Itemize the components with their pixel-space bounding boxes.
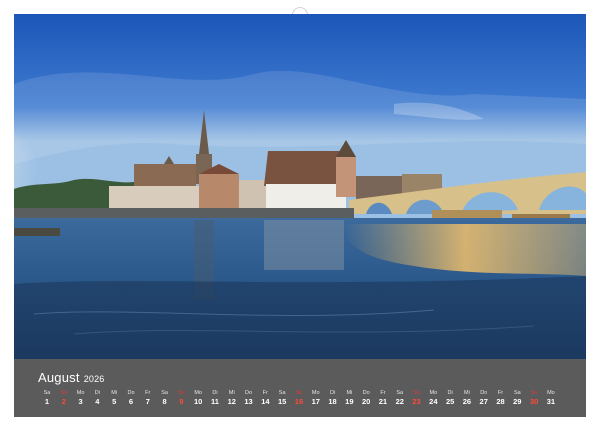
- day-cell: So 9: [173, 390, 189, 408]
- day-cell: Do 6: [123, 390, 139, 408]
- day-number: 10: [194, 397, 203, 406]
- day-cell: Fr 7: [140, 390, 156, 408]
- day-number: 25: [445, 397, 455, 406]
- day-cell: Di 25: [442, 390, 458, 408]
- day-number: 30: [529, 397, 539, 406]
- day-number: 18: [328, 397, 337, 406]
- day-number: 20: [361, 397, 371, 406]
- day-number: 8: [162, 397, 167, 406]
- day-cell: Do 20: [358, 390, 374, 408]
- year-label: 2026: [83, 374, 105, 384]
- day-cell: Mi 26: [459, 390, 475, 408]
- day-number: 27: [479, 397, 488, 406]
- day-cell: Di 18: [325, 390, 341, 408]
- day-cell: So 23: [409, 390, 425, 408]
- calendar-bar: August 2026 Sa 1 So 2 Mo 3 Di 4 Mi 5 Do 6 Fr 7 Sa 8 So 9 Mo…: [14, 359, 586, 417]
- day-cell: So 2: [56, 390, 72, 408]
- day-number: 26: [462, 397, 472, 406]
- day-cell: Mo 3: [73, 390, 89, 408]
- day-cell: Mo 17: [308, 390, 324, 408]
- day-number: 28: [496, 397, 505, 406]
- day-number: 31: [546, 397, 556, 406]
- day-cell: Mo 24: [425, 390, 441, 408]
- calendar-photo: [14, 14, 586, 359]
- day-cell: Sa 1: [39, 390, 55, 408]
- month-title: August 2026: [38, 370, 105, 385]
- day-cell: Fr 14: [257, 390, 273, 408]
- day-number: 9: [179, 397, 184, 406]
- day-number: 5: [112, 397, 117, 406]
- day-cell: Mi 19: [341, 390, 357, 408]
- day-cell: Sa 29: [509, 390, 525, 408]
- day-cell: So 30: [526, 390, 542, 408]
- day-number: 11: [211, 397, 219, 406]
- day-cell: Di 4: [89, 390, 105, 408]
- day-number: 23: [412, 397, 421, 406]
- day-cell: Mi 5: [106, 390, 122, 408]
- day-number: 24: [429, 397, 438, 406]
- day-number: 3: [78, 397, 83, 406]
- day-number: 4: [95, 397, 100, 406]
- day-number: 14: [261, 397, 270, 406]
- day-number: 15: [277, 397, 287, 406]
- day-cell: Do 27: [476, 390, 492, 408]
- day-number: 13: [244, 397, 253, 406]
- day-row: Sa 1 So 2 Mo 3 Di 4 Mi 5 Do 6 Fr 7 Sa 8 So 9 Mo 10 Di 11 Mi 12 D…: [39, 390, 559, 408]
- day-number: 29: [513, 397, 522, 406]
- day-cell: Fr 28: [493, 390, 509, 408]
- month-name: August: [38, 370, 80, 385]
- day-number: 2: [61, 397, 66, 406]
- day-cell: Mo 31: [543, 390, 559, 408]
- day-cell: So 16: [291, 390, 307, 408]
- day-number: 22: [395, 397, 404, 406]
- day-number: 21: [378, 397, 388, 406]
- day-number: 7: [145, 397, 150, 406]
- day-cell: Di 11: [207, 390, 223, 408]
- day-number: 1: [44, 397, 50, 406]
- day-cell: Mi 12: [224, 390, 240, 408]
- day-number: 17: [311, 397, 320, 406]
- day-cell: Mo 10: [190, 390, 206, 408]
- day-number: 16: [294, 397, 304, 406]
- day-cell: Sa 8: [157, 390, 173, 408]
- day-cell: Do 13: [241, 390, 257, 408]
- day-cell: Fr 21: [375, 390, 391, 408]
- day-number: 19: [345, 397, 354, 406]
- day-cell: Sa 22: [392, 390, 408, 408]
- day-number: 12: [227, 397, 236, 406]
- day-number: 6: [128, 397, 134, 406]
- day-cell: Sa 15: [274, 390, 290, 408]
